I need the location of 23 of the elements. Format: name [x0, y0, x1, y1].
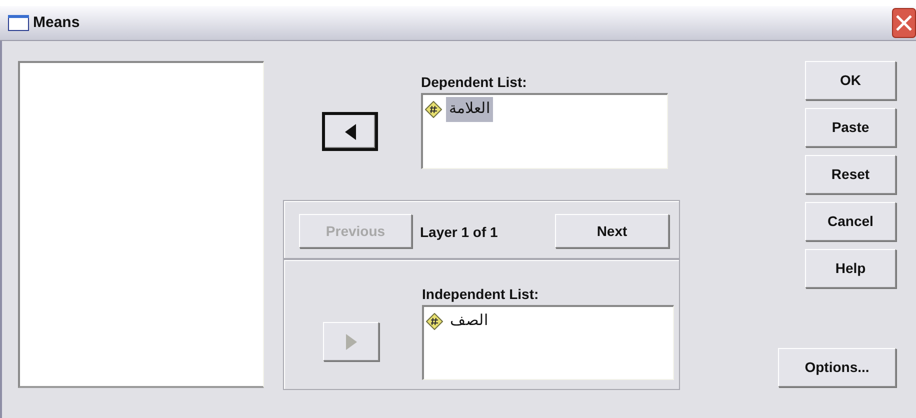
- dialog-button[interactable]: OK: [805, 61, 896, 100]
- scale-variable-icon: [425, 100, 442, 118]
- layer-text: Layer 1 of 1: [420, 223, 498, 242]
- dialog-button[interactable]: Paste: [805, 108, 896, 147]
- list-label: Independent List:: [422, 285, 540, 304]
- dependent-list[interactable]: العلامة: [421, 93, 668, 169]
- left-arrow-icon: [344, 124, 356, 140]
- window-icon: [8, 15, 29, 31]
- next-button[interactable]: Next: [555, 214, 669, 248]
- list-label: Dependent List:: [421, 73, 528, 92]
- dialog-button[interactable]: Cancel: [805, 202, 896, 241]
- options-button[interactable]: Options...: [778, 348, 896, 387]
- right-arrow-icon: [346, 334, 356, 350]
- variable-item[interactable]: العلامة: [446, 97, 493, 122]
- dialog-button[interactable]: Help: [805, 249, 896, 288]
- independent-list[interactable]: الصف: [422, 305, 674, 380]
- window-title: Means: [33, 12, 80, 33]
- close-icon[interactable]: [892, 8, 916, 38]
- variable-item[interactable]: الصف: [447, 309, 491, 334]
- variable-list[interactable]: [18, 61, 264, 388]
- dialog-button[interactable]: Reset: [805, 155, 896, 194]
- scale-variable-icon: [426, 312, 443, 330]
- arrow-button[interactable]: [322, 112, 378, 151]
